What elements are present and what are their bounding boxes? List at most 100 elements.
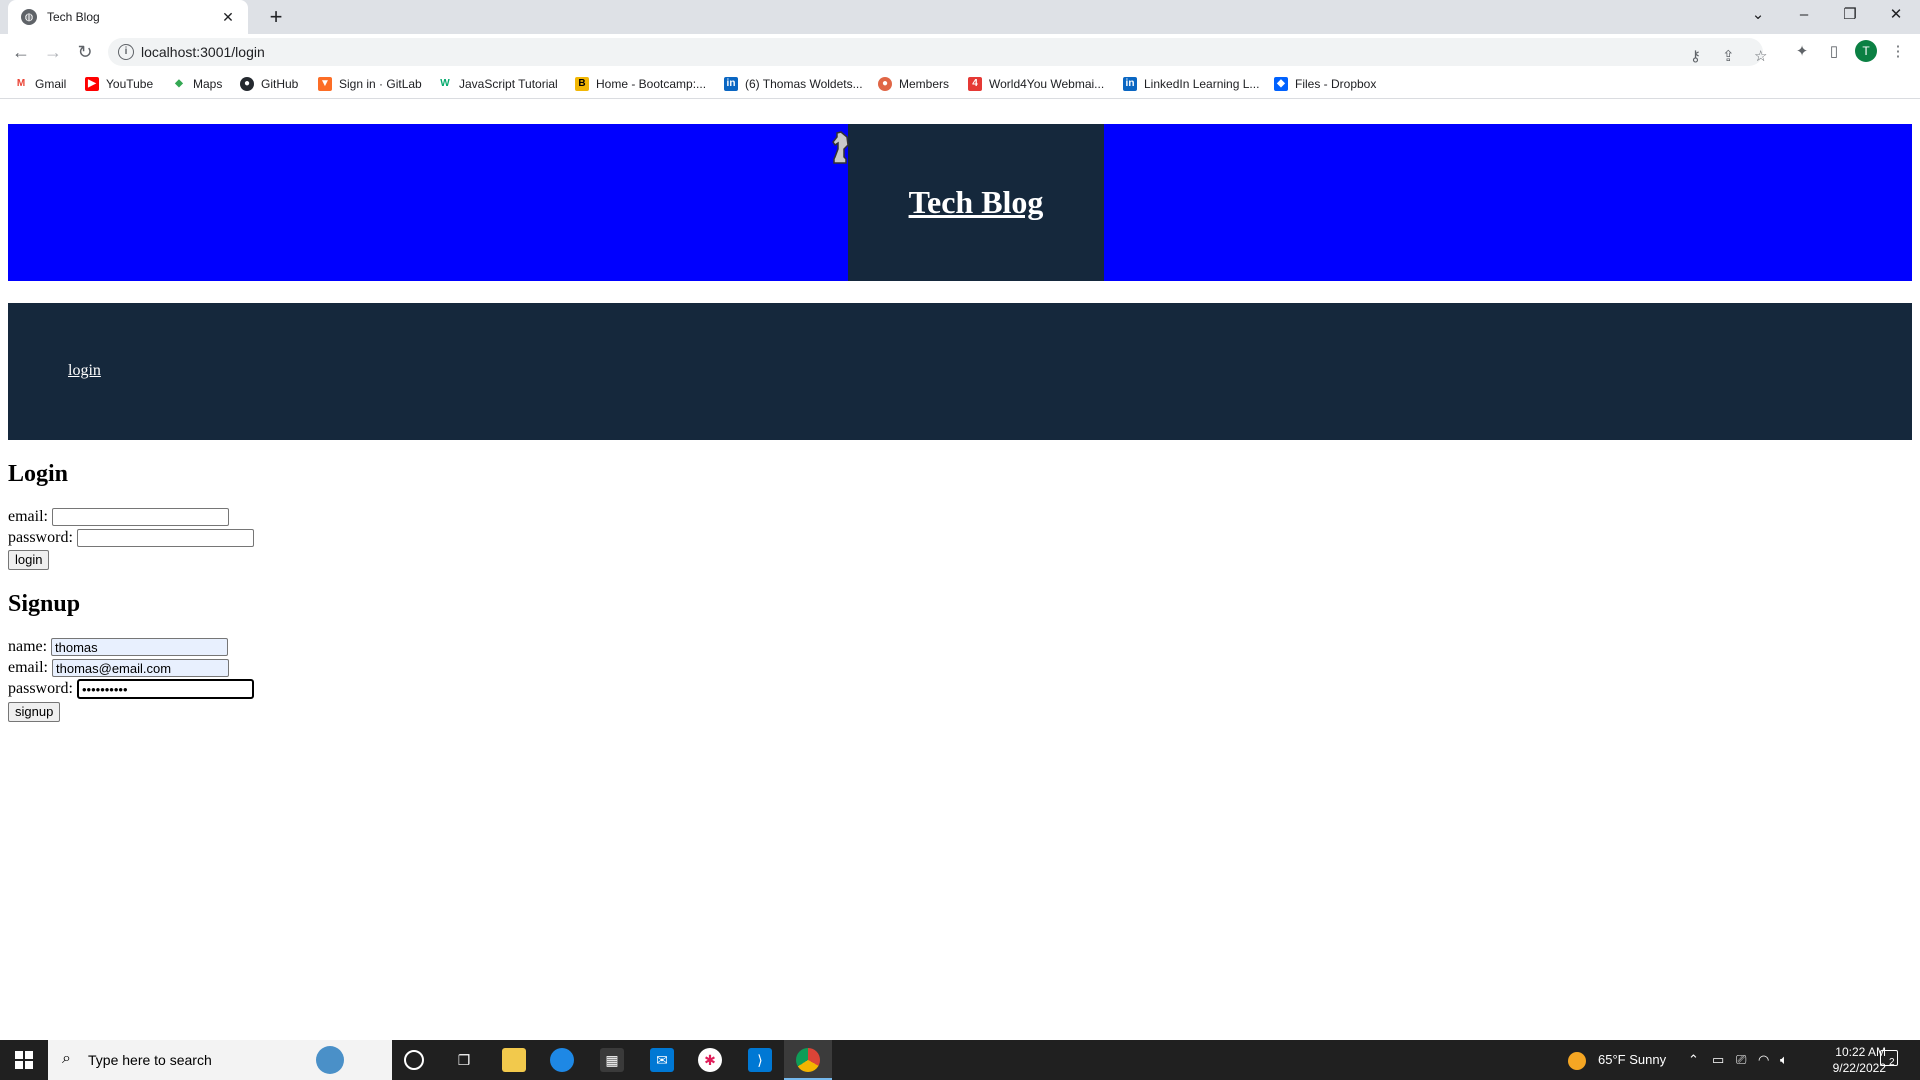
signup-heading: Signup — [8, 591, 81, 617]
bookmark-label: Maps — [193, 77, 223, 91]
tab-search-icon[interactable]: ⌄ — [1735, 0, 1781, 30]
chrome-taskbar-active[interactable] — [784, 1040, 832, 1080]
restore-button[interactable]: ❐ — [1827, 0, 1873, 30]
menu-icon[interactable]: ⋮ — [1886, 40, 1910, 64]
bookmark-label: Gmail — [35, 77, 67, 91]
header-title-panel: Tech Blog — [848, 124, 1104, 281]
signup-password-input[interactable]: •••••••••• — [77, 679, 254, 699]
bookmark-star-icon[interactable]: ☆ — [1754, 47, 1767, 65]
bookmark-members[interactable]: ● Members — [878, 76, 949, 92]
github-icon: ● — [240, 77, 254, 91]
file-explorer-icon[interactable] — [502, 1048, 526, 1072]
chrome-icon — [796, 1048, 820, 1072]
store-icon[interactable]: ▦ — [600, 1048, 624, 1072]
bookmark-gitlab[interactable]: ▼ Sign in · GitLab — [318, 76, 422, 92]
signup-email-label: email: — [8, 659, 48, 676]
new-tab-button[interactable]: + — [262, 4, 290, 30]
site-title-link[interactable]: Tech Blog — [848, 184, 1104, 221]
globe-icon: ◍ — [21, 9, 37, 25]
window-close-button[interactable]: ✕ — [1873, 0, 1919, 30]
nav-login-link[interactable]: login — [68, 362, 101, 380]
bookmark-world4you[interactable]: 4 World4You Webmai... — [968, 76, 1104, 92]
browser-tab[interactable]: ◍ Tech Blog ✕ — [8, 0, 248, 34]
bookmark-gmail[interactable]: M Gmail — [14, 76, 66, 92]
weather-sun-icon — [1568, 1052, 1586, 1070]
extensions-icon[interactable]: ✦ — [1790, 40, 1814, 64]
bookmark-dropbox[interactable]: ◆ Files - Dropbox — [1274, 76, 1376, 92]
signup-email-input[interactable]: thomas@email.com — [52, 659, 229, 677]
bookmark-label: LinkedIn Learning L... — [1144, 77, 1260, 91]
cortana-icon[interactable] — [404, 1050, 424, 1070]
mail-icon[interactable]: ✉ — [650, 1048, 674, 1072]
login-password-input[interactable] — [77, 529, 254, 547]
side-panel-icon[interactable]: ▯ — [1822, 40, 1846, 64]
login-email-label: email: — [8, 508, 48, 525]
task-view-icon[interactable]: ❐ — [452, 1048, 476, 1072]
key-icon[interactable]: ⚷ — [1690, 47, 1701, 65]
world4you-icon: 4 — [968, 77, 982, 91]
bootcamp-icon: B — [575, 77, 589, 91]
forward-icon[interactable]: → — [40, 39, 66, 65]
reload-icon[interactable]: ↻ — [72, 39, 98, 65]
linkedin-icon: in — [1123, 77, 1137, 91]
edge-icon[interactable] — [550, 1048, 574, 1072]
gitlab-icon: ▼ — [318, 77, 332, 91]
clock-date: 9/22/2022 — [1832, 1061, 1886, 1075]
taskbar-search-box[interactable]: ⌕ Type here to search — [48, 1040, 392, 1080]
signup-button[interactable]: signup — [8, 702, 61, 722]
clock[interactable]: 10:22 AM 9/22/2022 — [1790, 1044, 1886, 1076]
clock-time: 10:22 AM — [1835, 1045, 1886, 1059]
signup-password-label: password: — [8, 680, 73, 697]
notification-count: 2 — [1889, 1057, 1895, 1068]
bookmark-maps[interactable]: ◆ Maps — [172, 76, 222, 92]
login-heading: Login — [8, 461, 69, 487]
bookmark-linkedin-learning[interactable]: in LinkedIn Learning L... — [1123, 76, 1259, 92]
bookmark-label: World4You Webmai... — [989, 77, 1105, 91]
address-bar[interactable]: i localhost:3001/login ⚷ ⇪ ☆ — [108, 38, 1767, 66]
bookmark-label: GitHub — [261, 77, 299, 91]
login-email-input[interactable] — [52, 508, 229, 526]
bookmarks-bar: M Gmail ▶ YouTube ◆ Maps ● GitHub ▼ Sign in ·… — [0, 70, 1920, 99]
notifications-icon[interactable]: 2 — [1880, 1050, 1900, 1070]
back-icon[interactable]: ← — [8, 39, 34, 65]
bookmark-youtube[interactable]: ▶ YouTube — [85, 76, 153, 92]
slack-icon[interactable]: ✱ — [698, 1048, 722, 1072]
bookmark-label: Sign in · GitLab — [339, 77, 422, 91]
site-info-icon[interactable]: i — [118, 44, 134, 60]
signup-name-label: name: — [8, 638, 48, 655]
browser-toolbar: ← → ↻ i localhost:3001/login ⚷ ⇪ ☆ — [0, 34, 1920, 70]
vscode-icon[interactable]: ⟩ — [748, 1048, 772, 1072]
tab-strip: ◍ Tech Blog ✕ + ⌄ – ❐ ✕ — [0, 0, 1920, 34]
site-header: Tech Blog — [8, 124, 1912, 281]
members-icon: ● — [878, 77, 892, 91]
taskbar: ⌕ Type here to search ❐ ▦ ✉ ✱ ⟩ 65°F Sun… — [0, 1040, 1920, 1080]
w3schools-icon: W — [438, 77, 452, 91]
volume-icon[interactable]: 🔈︎ — [1780, 1052, 1788, 1068]
windows-logo-icon — [15, 1051, 33, 1069]
bookmark-github[interactable]: ● GitHub — [240, 76, 298, 92]
linkedin-icon: in — [724, 77, 738, 91]
chess-knight-icon — [832, 131, 849, 164]
battery-icon[interactable]: ▭ — [1712, 1052, 1724, 1068]
login-button[interactable]: login — [8, 550, 50, 570]
login-password-label: password: — [8, 529, 73, 546]
bookmark-javascript-tutorial[interactable]: W JavaScript Tutorial — [438, 76, 558, 92]
avatar[interactable]: T — [1855, 40, 1877, 62]
bookmark-bootcamp[interactable]: B Home - Bootcamp:... — [575, 76, 706, 92]
tray-chevron-icon[interactable]: ⌃ — [1688, 1052, 1699, 1068]
bookmark-label: JavaScript Tutorial — [459, 77, 558, 91]
url-text: localhost:3001/login — [141, 44, 265, 60]
share-icon[interactable]: ⇪ — [1722, 47, 1735, 65]
weather-text[interactable]: 65°F Sunny — [1598, 1052, 1666, 1067]
bookmark-label: Home - Bootcamp:... — [596, 77, 707, 91]
close-tab-icon[interactable]: ✕ — [218, 9, 238, 26]
meet-now-icon[interactable]: ⎚ — [1736, 1052, 1746, 1068]
bookmark-linkedin-profile[interactable]: in (6) Thomas Woldets... — [724, 76, 863, 92]
signup-name-input[interactable]: thomas — [51, 638, 228, 656]
youtube-icon: ▶ — [85, 77, 99, 91]
taskbar-search-placeholder: Type here to search — [88, 1052, 212, 1068]
maps-icon: ◆ — [172, 77, 186, 91]
minimize-button[interactable]: – — [1781, 0, 1827, 30]
windows-start-button[interactable] — [0, 1040, 48, 1080]
network-icon[interactable]: ◠ — [1758, 1052, 1769, 1068]
